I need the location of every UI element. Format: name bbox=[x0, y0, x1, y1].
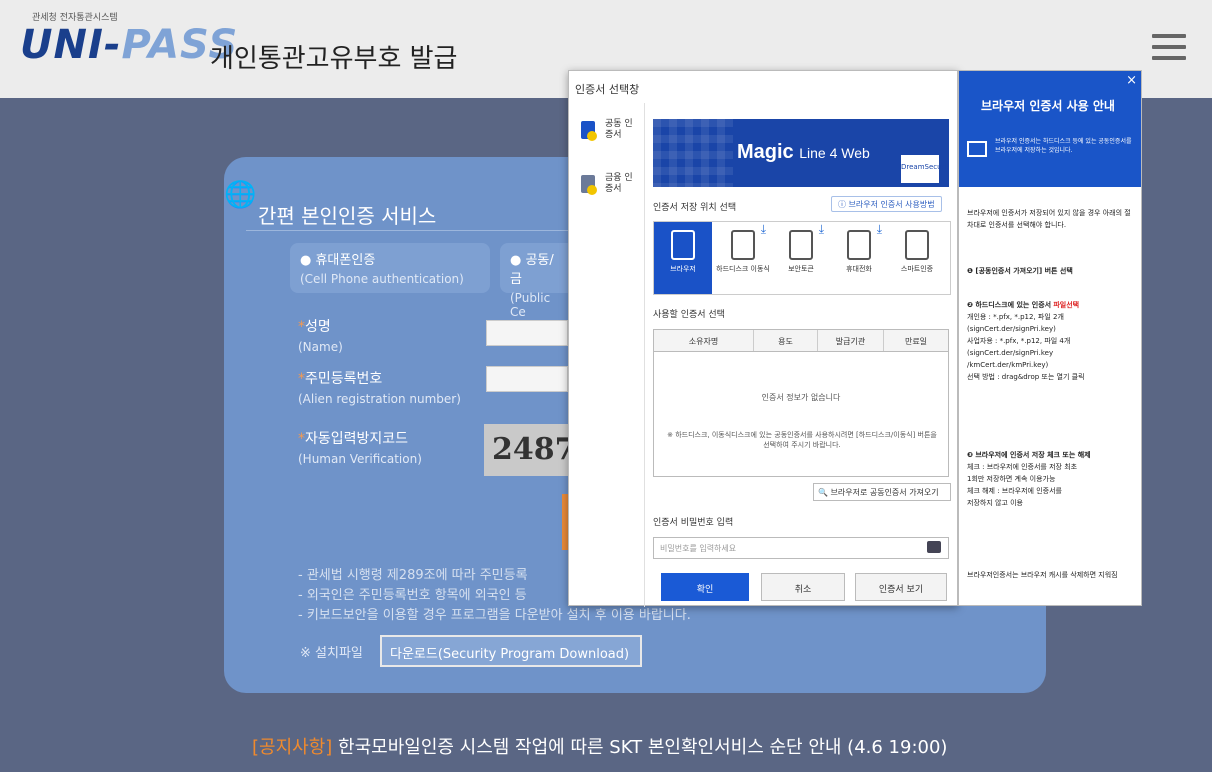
cert-icon bbox=[581, 121, 597, 141]
guide-title: 브라우저 인증서 사용 안내 bbox=[981, 99, 1115, 113]
cert-table[interactable]: 소유자명 용도 발급기관 만료일 인증서 정보가 없습니다 ※ 하드디스크, 이… bbox=[653, 329, 949, 477]
confirm-button[interactable]: 확인 bbox=[661, 573, 749, 601]
token-icon bbox=[789, 230, 813, 260]
location-browser[interactable]: 브라우저 bbox=[654, 222, 712, 294]
regno-label: *주민등록번호 (Alien registration number) bbox=[298, 371, 461, 406]
tab-public-cert[interactable]: ● 공동/금 (Public Ce bbox=[500, 243, 568, 319]
tab-cert-label: ● 공동/금 bbox=[510, 253, 554, 287]
harddisk-icon bbox=[731, 230, 755, 260]
tab-phone-sub: (Cell Phone authentication) bbox=[300, 272, 464, 286]
download-button[interactable]: 다운로드(Security Program Download) bbox=[380, 635, 642, 667]
smart-cert-icon bbox=[905, 230, 929, 260]
name-input[interactable] bbox=[486, 320, 568, 346]
guide-header: × 브라우저 인증서 사용 안내 브라우저 인증서는 하드디스크 등에 있는 공… bbox=[959, 71, 1141, 187]
captcha-image: 2487 bbox=[484, 424, 574, 476]
download-label: ※ 설치파일 bbox=[300, 646, 363, 661]
browser-cert-help-button[interactable]: ⓘ 브라우저 인증서 사용방법 bbox=[831, 196, 942, 212]
guide-step3: ❸ 브라우저에 인증서 저장 체크 또는 해제 체크 : 브라우저에 인증서를 … bbox=[967, 451, 1091, 507]
empty-message: 인증서 정보가 없습니다 bbox=[761, 393, 841, 402]
notice-tag: [공지사항] bbox=[252, 737, 333, 758]
view-cert-button[interactable]: 인증서 보기 bbox=[855, 573, 947, 601]
password-input[interactable] bbox=[653, 537, 949, 559]
table-header: 소유자명 용도 발급기관 만료일 bbox=[654, 330, 948, 352]
notice-bar[interactable]: [공지사항] 한국모바일인증 시스템 작업에 따른 SKT 본인확인서비스 순단… bbox=[252, 733, 947, 759]
dialog-sidebar: 공동 인증서 금융 인증서 bbox=[569, 103, 645, 607]
location-label: 인증서 저장 위치 선택 bbox=[653, 203, 737, 213]
globe-lock-icon: 🌐 bbox=[224, 180, 257, 210]
download-icon: ⤓ bbox=[876, 222, 882, 236]
guide-note: 브라우저 인증서는 하드디스크 등에 있는 공동인증서를 브라우저에 저장하는 … bbox=[995, 138, 1132, 154]
sidebar-item-finance-cert[interactable]: 금융 인증서 bbox=[581, 169, 639, 209]
download-icon: ⤓ bbox=[818, 222, 824, 236]
hamburger-icon[interactable] bbox=[1152, 34, 1186, 64]
page-title: 개인통관고유부호 발급 bbox=[210, 44, 458, 74]
sidebar-item-public-cert[interactable]: 공동 인증서 bbox=[581, 115, 639, 155]
dreamsecurity-logo: DreamSecurity bbox=[901, 155, 949, 183]
tab-cert-sub: (Public Ce bbox=[510, 291, 551, 319]
section-title: 간편 본인인증 서비스 bbox=[258, 204, 437, 228]
cancel-button[interactable]: 취소 bbox=[761, 573, 845, 601]
close-icon[interactable]: × bbox=[1126, 73, 1137, 88]
import-cert-button[interactable]: 🔍 브라우저로 공동인증서 가져오기 bbox=[813, 483, 951, 501]
cert-dialog: 인증서 선택창 공동 인증서 금융 인증서 Magic Line 4 Web D… bbox=[568, 70, 958, 607]
guide-footer: 브라우저인증서는 브라우저 캐시를 삭제하면 지워짐 bbox=[967, 571, 1118, 579]
download-icon: ⤓ bbox=[760, 222, 766, 236]
browser-cert-guide: × 브라우저 인증서 사용 안내 브라우저 인증서는 하드디스크 등에 있는 공… bbox=[958, 70, 1142, 606]
logo-left: UNI- bbox=[20, 22, 122, 68]
dialog-title: 인증서 선택창 bbox=[575, 83, 640, 96]
unipass-logo[interactable]: UNI-PASS bbox=[20, 22, 238, 68]
location-phone[interactable]: ⤓ 휴대전화 bbox=[830, 222, 888, 294]
cert-icon bbox=[581, 175, 597, 195]
notice-text: 한국모바일인증 시스템 작업에 따른 SKT 본인확인서비스 순단 안내 (4.… bbox=[332, 737, 948, 758]
monitor-icon bbox=[967, 141, 987, 157]
use-cert-label: 사용할 인증서 선택 bbox=[653, 310, 725, 320]
password-label: 인증서 비밀번호 입력 bbox=[653, 518, 734, 528]
location-selector: 브라우저 ⤓ 하드디스크 이동식 ⤓ 보안토큰 ⤓ 휴대전화 스마트인증 bbox=[653, 221, 951, 295]
guide-step2: ❷ 하드디스크에 있는 인증서 파일선택 개인용 : *.pfx, *.p12,… bbox=[967, 301, 1085, 381]
keyboard-icon[interactable] bbox=[927, 541, 941, 553]
location-harddisk[interactable]: ⤓ 하드디스크 이동식 bbox=[714, 222, 772, 294]
tab-phone-auth[interactable]: ● 휴대폰인증 (Cell Phone authentication) bbox=[290, 243, 490, 293]
magicline-banner: Magic Line 4 Web DreamSecurity bbox=[653, 119, 949, 187]
browser-icon bbox=[671, 230, 695, 260]
captcha-label: *자동입력방지코드 (Human Verification) bbox=[298, 431, 422, 466]
table-hint: ※ 하드디스크, 이동식디스크에 있는 공동인증서를 사용하시려면 [하드디스크… bbox=[667, 431, 937, 449]
guide-intro: 브라우저에 인증서가 저장되어 있지 않을 경우 아래의 절차대로 인증서를 선… bbox=[967, 209, 1131, 229]
name-label: *성명 (Name) bbox=[298, 319, 343, 354]
location-smart[interactable]: 스마트인증 bbox=[888, 222, 946, 294]
location-token[interactable]: ⤓ 보안토큰 bbox=[772, 222, 830, 294]
regno-input[interactable] bbox=[486, 366, 568, 392]
guide-step1: ❶ [공동인증서 가져오기] 버튼 선택 bbox=[967, 267, 1073, 275]
phone-icon bbox=[847, 230, 871, 260]
tab-phone-label: ● 휴대폰인증 bbox=[300, 253, 376, 268]
